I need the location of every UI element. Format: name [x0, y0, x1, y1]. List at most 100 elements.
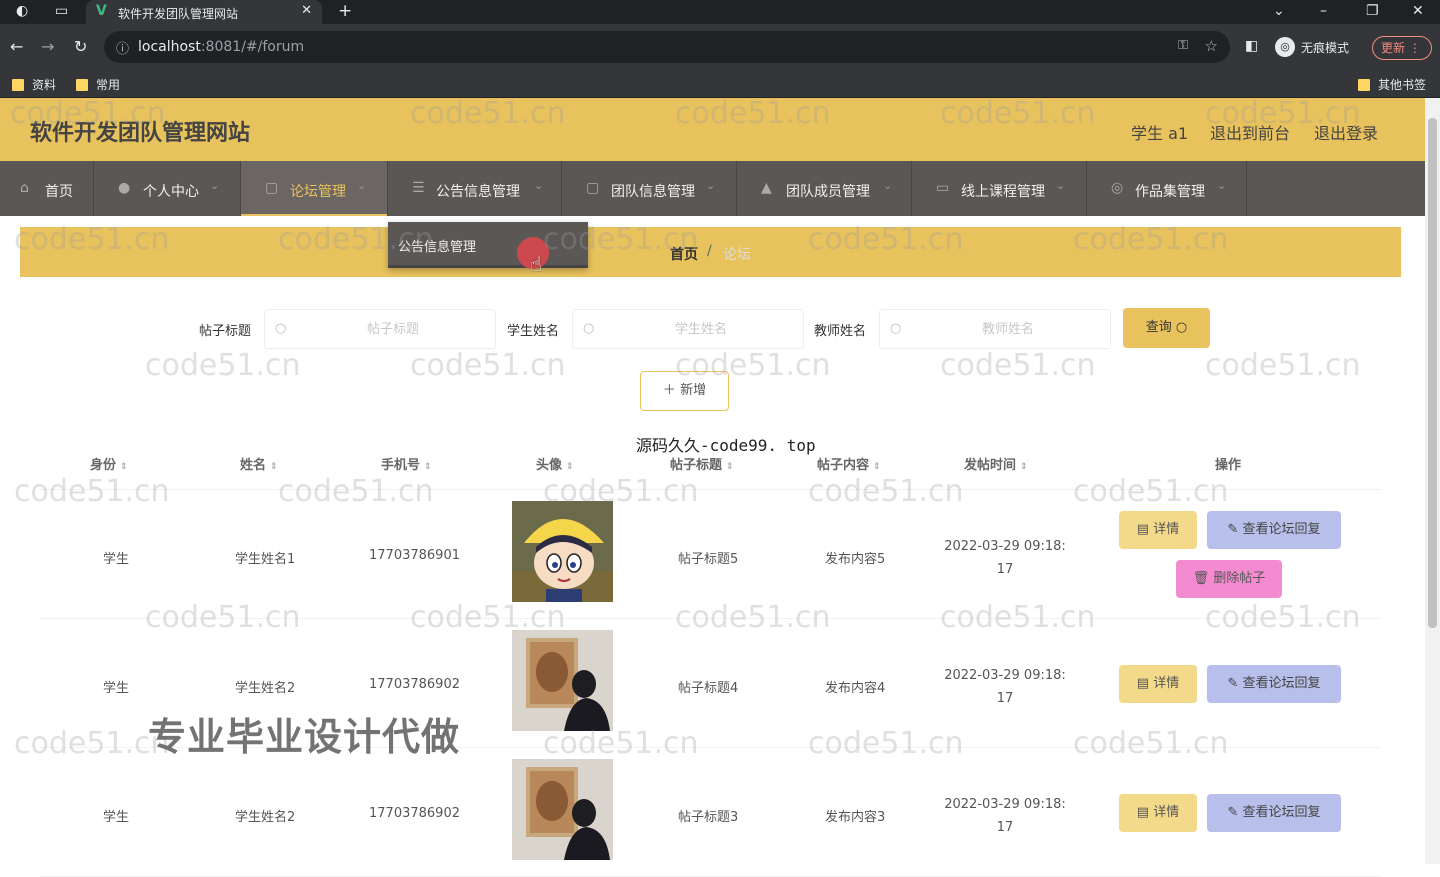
chevron-down-icon: ⌄: [357, 179, 367, 192]
post-title-label: 帖子标题: [199, 324, 252, 339]
detail-button[interactable]: ▤ 详情: [1119, 794, 1197, 832]
chevron-down-icon: ⌄: [1056, 179, 1066, 192]
view-reply-button[interactable]: ✎ 查看论坛回复: [1207, 794, 1341, 832]
nav-item-portfolio[interactable]: ◎ 作品集管理 ⌄: [1087, 161, 1247, 216]
document-icon: ▤: [1136, 805, 1150, 820]
search-icon: ○: [1175, 320, 1188, 335]
page-scrollbar[interactable]: [1425, 98, 1440, 864]
watermark: code51.cn: [940, 348, 1096, 383]
address-bar: ← → ↻ ⓘ localhost:8081/#/forum ⚿ ☆ ◧ ◎ 无…: [0, 24, 1440, 70]
nav-item-home[interactable]: ⌂ 首页: [0, 161, 94, 216]
update-button[interactable]: 更新 ⋮: [1372, 36, 1432, 60]
view-reply-button[interactable]: ✎ 查看论坛回复: [1207, 665, 1341, 703]
nav-item-member[interactable]: ▲ 团队成员管理 ⌄: [737, 161, 912, 216]
delete-post-button[interactable]: 🗑 删除帖子: [1176, 560, 1282, 598]
main-nav: ⌂ 首页 ● 个人中心 ⌄ ▢ 论坛管理 ⌄ ☰ 公告信息管理 ⌄ ▢ 团队信息…: [0, 161, 1425, 216]
promo-watermark: 专业毕业设计代做: [148, 715, 461, 759]
cell-content: 发布内容5: [825, 552, 886, 567]
logout-link[interactable]: 退出登录: [1314, 120, 1378, 144]
column-header-content[interactable]: 帖子内容 ⇕: [817, 454, 881, 473]
team-icon: ▢: [586, 180, 600, 196]
browser-menu-icon[interactable]: ◐: [16, 3, 28, 19]
window-close-icon[interactable]: ✕: [1412, 3, 1424, 19]
incognito-profile[interactable]: ◎ 无痕模式: [1275, 35, 1349, 59]
incognito-label: 无痕模式: [1301, 40, 1350, 55]
column-header-role[interactable]: 身份 ⇕: [90, 454, 128, 473]
column-header-avatar[interactable]: 头像 ⇕: [536, 454, 574, 473]
student-name-field[interactable]: ○: [572, 309, 804, 349]
nav-item-team[interactable]: ▢ 团队信息管理 ⌄: [562, 161, 737, 216]
sort-icon: ⇕: [424, 462, 432, 472]
teacher-name-input[interactable]: [908, 310, 1108, 348]
nav-item-course[interactable]: ▭ 线上课程管理 ⌄: [912, 161, 1087, 216]
dropdown-item-notice[interactable]: 公告信息管理: [398, 236, 476, 255]
forum-icon: ▢: [265, 180, 279, 196]
tab-list-chevron-icon[interactable]: ⌄: [1273, 3, 1285, 19]
watermark: code51.cn: [410, 348, 566, 383]
column-header-phone[interactable]: 手机号 ⇕: [381, 454, 432, 473]
sort-icon: ⇕: [726, 462, 734, 472]
search-icon: ○: [583, 321, 595, 336]
forward-icon[interactable]: →: [41, 37, 54, 56]
new-tab-icon[interactable]: +: [338, 1, 352, 21]
plus-icon: ＋: [662, 383, 676, 398]
url-field[interactable]: ⓘ localhost:8081/#/forum ⚿ ☆: [104, 31, 1230, 63]
browser-tab-title: 软件开发团队管理网站: [118, 7, 239, 21]
minimize-icon[interactable]: –: [1320, 3, 1327, 19]
sort-icon: ⇕: [566, 462, 574, 472]
site-title: 软件开发团队管理网站: [30, 121, 251, 146]
teacher-name-field[interactable]: ○: [879, 309, 1111, 349]
back-to-front-link[interactable]: 退出到前台: [1210, 120, 1290, 144]
nav-item-personal[interactable]: ● 个人中心 ⌄: [94, 161, 241, 216]
site-header: 软件开发团队管理网站 学生 a1 退出到前台 退出登录: [0, 98, 1425, 161]
watermark: code51.cn: [145, 348, 301, 383]
side-panel-icon[interactable]: ◧: [1245, 38, 1258, 54]
other-bookmarks[interactable]: 其他书签: [1358, 76, 1426, 93]
post-title-input[interactable]: [293, 310, 493, 348]
home-icon: ⌂: [20, 180, 29, 196]
table-row: 学生 学生姓名1 17703786901 帖子标题5 发布内容5 2022-03…: [40, 490, 1381, 619]
restore-icon[interactable]: ❐: [1366, 3, 1379, 19]
query-button[interactable]: 查询 ○: [1123, 308, 1210, 348]
portfolio-icon: ◎: [1111, 180, 1124, 196]
browser-tab[interactable]: V 软件开发团队管理网站 ✕: [86, 0, 322, 24]
password-key-icon[interactable]: ⚿: [1178, 38, 1188, 53]
document-icon: ▤: [1136, 676, 1150, 691]
bookmarks-bar: 资料 常用 其他书签: [0, 70, 1440, 98]
add-button[interactable]: ＋ 新增: [640, 371, 729, 411]
search-icon: ○: [275, 321, 287, 336]
post-title-field[interactable]: ○: [264, 309, 496, 349]
column-header-title[interactable]: 帖子标题 ⇕: [670, 454, 734, 473]
bookmark-star-icon[interactable]: ☆: [1205, 37, 1218, 55]
chevron-down-icon: ⌄: [1217, 179, 1227, 192]
bookmark-folder-2[interactable]: 常用: [76, 76, 120, 93]
detail-button[interactable]: ▤ 详情: [1119, 511, 1197, 549]
cell-time: 2022-03-29 09:18: 17: [944, 797, 1066, 835]
nav-item-notice[interactable]: ☰ 公告信息管理 ⌄: [388, 161, 562, 216]
search-icon: ○: [890, 321, 902, 336]
cell-name: 学生姓名2: [235, 681, 296, 696]
view-reply-button[interactable]: ✎ 查看论坛回复: [1207, 511, 1341, 549]
cell-phone: 17703786901: [369, 548, 460, 563]
reload-icon[interactable]: ↻: [74, 37, 87, 56]
column-header-name[interactable]: 姓名 ⇕: [240, 454, 278, 473]
cell-role: 学生: [103, 810, 130, 825]
student-name-input[interactable]: [601, 310, 801, 348]
sort-icon: ⇕: [270, 462, 278, 472]
back-icon[interactable]: ←: [10, 37, 23, 56]
nav-item-forum[interactable]: ▢ 论坛管理 ⌄: [241, 161, 388, 216]
detail-button[interactable]: ▤ 详情: [1119, 665, 1197, 703]
folder-icon: [1358, 78, 1370, 91]
column-header-time[interactable]: 发帖时间 ⇕: [964, 454, 1028, 473]
tab-search-icon[interactable]: ▭: [55, 3, 68, 19]
breadcrumb-home[interactable]: 首页: [670, 244, 698, 264]
bookmark-folder-1[interactable]: 资料: [12, 76, 56, 93]
folder-icon: [76, 78, 88, 91]
site-info-icon[interactable]: ⓘ: [116, 38, 129, 57]
url-text: localhost:8081/#/forum: [138, 39, 305, 55]
teacher-name-label: 教师姓名: [814, 324, 867, 339]
tab-close-icon[interactable]: ✕: [301, 3, 312, 18]
scrollbar-thumb[interactable]: [1428, 118, 1437, 628]
student-name-label: 学生姓名: [507, 324, 560, 339]
watermark: code51.cn: [1205, 348, 1361, 383]
